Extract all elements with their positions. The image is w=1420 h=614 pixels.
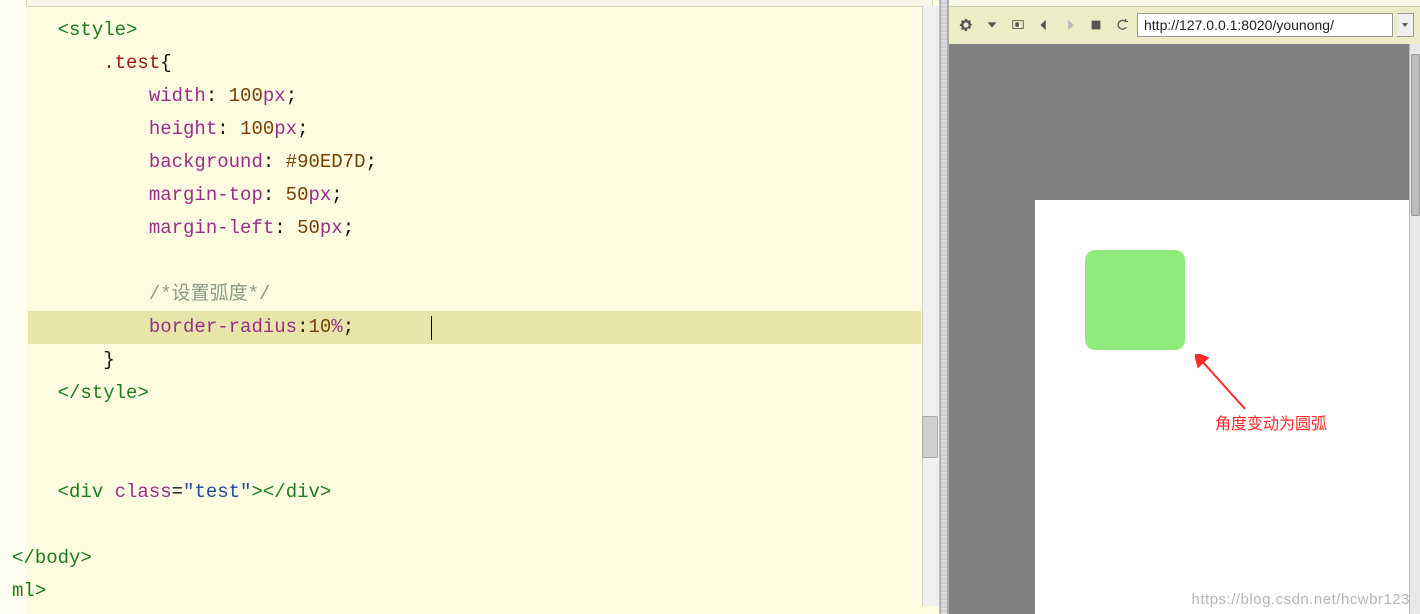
- reload-icon[interactable]: [1111, 14, 1133, 36]
- back-icon[interactable]: [1033, 14, 1055, 36]
- rendered-page: 角度变动为圆弧: [1035, 200, 1410, 614]
- address-bar-text: http://127.0.0.1:8020/younong/: [1144, 17, 1334, 33]
- code-area[interactable]: <style> .test{ width: 100px; height: 100…: [12, 14, 377, 608]
- chevron-down-icon[interactable]: [981, 14, 1003, 36]
- test-div-box: [1085, 250, 1185, 350]
- forward-icon[interactable]: [1059, 14, 1081, 36]
- watermark-text: https://blog.csdn.net/hcwbr123: [1192, 591, 1410, 608]
- editor-scrollbar[interactable]: [922, 6, 939, 606]
- preview-scrollbar[interactable]: [1409, 44, 1420, 614]
- gear-icon[interactable]: [955, 14, 977, 36]
- text-caret: [431, 316, 432, 340]
- address-dropdown-icon[interactable]: [1397, 13, 1414, 37]
- stop-icon[interactable]: [1085, 14, 1107, 36]
- annotation-arrow-icon: [1195, 354, 1255, 414]
- preview-scrollbar-thumb[interactable]: [1411, 54, 1420, 216]
- editor-scrollbar-thumb[interactable]: [922, 416, 938, 458]
- editor-ruler: [26, 0, 933, 7]
- browser-pane: http://127.0.0.1:8020/younong/ 角度变动为圆弧: [948, 0, 1420, 614]
- annotation-text: 角度变动为圆弧: [1215, 410, 1327, 434]
- browser-tabstrip: [949, 0, 1420, 7]
- pane-splitter[interactable]: [940, 0, 948, 614]
- code-editor-pane: <style> .test{ width: 100px; height: 100…: [0, 0, 940, 614]
- address-bar[interactable]: http://127.0.0.1:8020/younong/: [1137, 13, 1393, 37]
- app-root: <style> .test{ width: 100px; height: 100…: [0, 0, 1420, 614]
- device-icon[interactable]: [1007, 14, 1029, 36]
- preview-viewport-background: 角度变动为圆弧: [949, 44, 1410, 614]
- browser-toolbar: http://127.0.0.1:8020/younong/: [955, 10, 1414, 40]
